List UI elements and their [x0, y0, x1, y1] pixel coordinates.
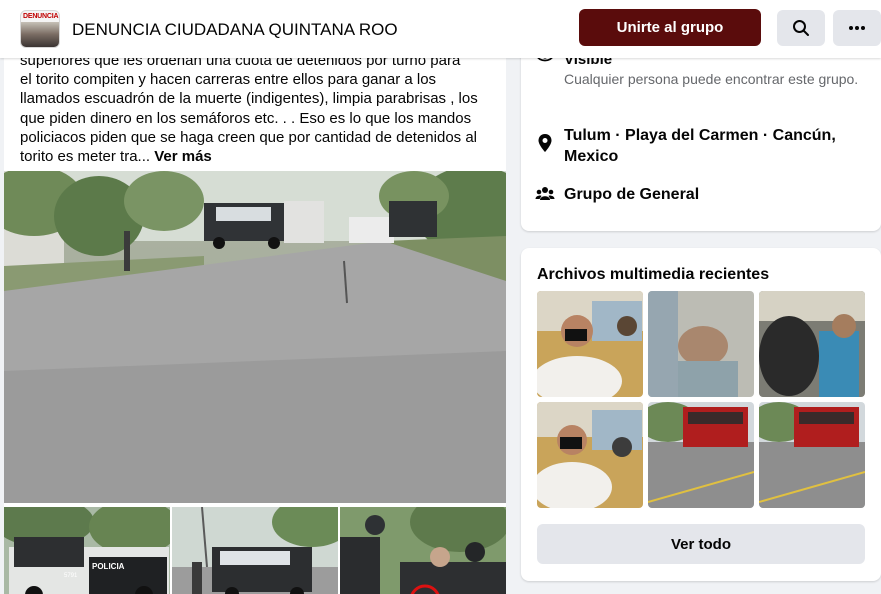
more-options-button[interactable]: [833, 10, 881, 46]
post-text-line: policiacos piden que se haga creen que p…: [20, 128, 478, 146]
location-pin-icon: [538, 134, 552, 152]
recent-media-card: Archivos multimedia recientes Ver todo: [521, 248, 881, 581]
group-location: Tulum · Playa del Carmen · Cancún, Mexic…: [564, 127, 836, 165]
recent-media-grid: [537, 291, 865, 508]
post-photo-thumbnail[interactable]: [340, 507, 506, 594]
post-text-end: torito es meter tra...: [20, 148, 151, 166]
group-name[interactable]: DENUNCIA CIUDADANA QUINTANA ROO: [72, 20, 398, 40]
bus-interior-photo: [648, 291, 754, 397]
recent-media-title: Archivos multimedia recientes: [537, 266, 770, 283]
media-thumbnail[interactable]: [648, 291, 754, 397]
see-more-link[interactable]: Ver más: [154, 148, 212, 165]
bus-passenger-photo-2: [537, 402, 643, 508]
red-bus-street-photo: [648, 402, 754, 508]
post-photo-thumbnail[interactable]: [172, 507, 338, 594]
post-text: superiores que les ordenan una cuota de …: [20, 51, 490, 166]
view-all-button[interactable]: Ver todo: [537, 524, 865, 564]
post-card: superiores que les ordenan una cuota de …: [4, 40, 506, 594]
group-avatar-tag: DENUNCIA: [23, 13, 59, 20]
media-thumbnail[interactable]: [537, 291, 643, 397]
bus-passenger-photo: [537, 291, 643, 397]
group-about-card: Visible Cualquier persona puede encontra…: [521, 30, 881, 231]
bus-seat-photo: [759, 291, 865, 397]
post-text-line: que piden dinero en los semáforos etc. .…: [20, 109, 472, 127]
police-truck-image: POLICIA 5791: [4, 507, 170, 594]
police-officers-image: [340, 507, 506, 594]
group-header: DENUNCIA DENUNCIA CIUDADANA QUINTANA ROO…: [0, 0, 881, 58]
post-text-line: el torito compiten y hacen carreras entr…: [20, 71, 437, 89]
post-text-line: torito es meter tra... Ver más: [20, 147, 490, 166]
visibility-description: Cualquier persona puede encontrar este g…: [564, 71, 859, 87]
group-icon: [535, 187, 555, 200]
road-scene-image: [4, 171, 506, 503]
media-thumbnail[interactable]: [759, 291, 865, 397]
post-photo-thumbnail[interactable]: POLICIA 5791: [4, 507, 170, 594]
group-avatar[interactable]: DENUNCIA: [20, 10, 60, 48]
media-thumbnail[interactable]: [648, 402, 754, 508]
group-type: Grupo de General: [564, 186, 700, 203]
join-group-button[interactable]: Unirte al grupo: [579, 9, 761, 46]
police-car-number: 5791: [64, 573, 78, 579]
post-main-photo[interactable]: [4, 171, 506, 503]
police-car-road-image: [172, 507, 338, 594]
search-button[interactable]: [777, 10, 825, 46]
post-text-line: llamados escuadrón de la muerte (indigen…: [20, 90, 478, 108]
police-car-text: POLICIA: [92, 562, 125, 571]
red-bus-street-photo-2: [759, 402, 865, 508]
more-horizontal-icon: [849, 26, 865, 30]
media-thumbnail[interactable]: [537, 402, 643, 508]
media-thumbnail[interactable]: [759, 402, 865, 508]
search-icon: [793, 20, 809, 36]
